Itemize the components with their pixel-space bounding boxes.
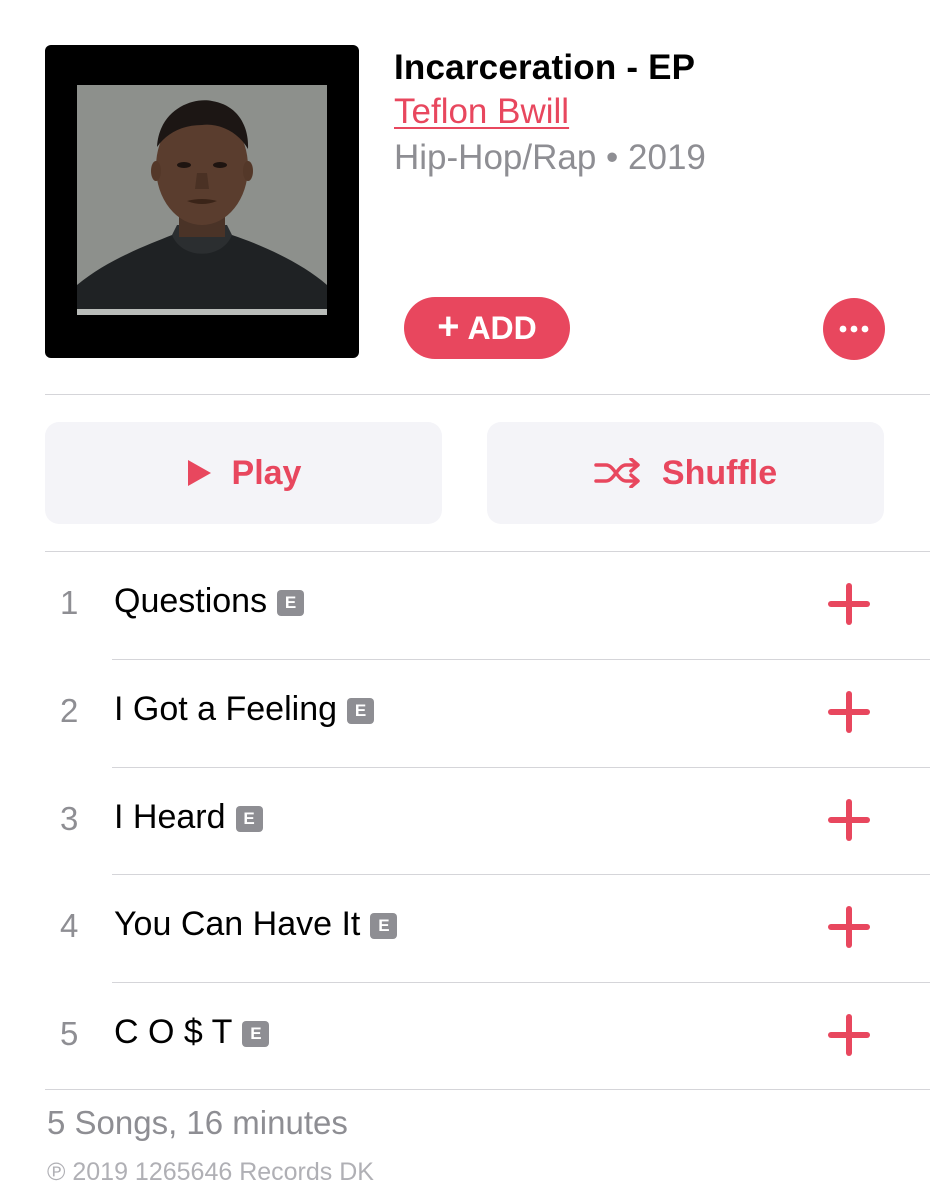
album-summary: 5 Songs, 16 minutes (47, 1104, 348, 1141)
add-label: ADD (467, 309, 537, 346)
add-track-button[interactable] (828, 691, 870, 733)
add-track-button[interactable] (828, 799, 870, 841)
tracklist-bottom-divider (45, 1089, 930, 1090)
shuffle-button[interactable]: Shuffle (487, 422, 884, 524)
play-icon (187, 460, 211, 486)
header-divider (45, 394, 930, 395)
explicit-badge: E (235, 805, 263, 832)
copyright-text: ℗ 2019 1265646 Records DK (47, 1158, 374, 1186)
track-number: 1 (60, 584, 79, 621)
track-number: 5 (60, 1015, 79, 1052)
ellipsis-icon (839, 325, 869, 333)
plus-icon: + (437, 305, 460, 348)
track-number: 2 (60, 692, 79, 729)
more-options-button[interactable] (823, 298, 885, 360)
track-row[interactable]: 1 Questions E (0, 552, 930, 659)
shuffle-label: Shuffle (661, 453, 778, 492)
genre-year: Hip-Hop/Rap • 2019 (394, 138, 706, 177)
track-title: You Can Have It (114, 905, 361, 943)
track-number: 4 (60, 907, 79, 944)
add-track-button[interactable] (828, 583, 870, 625)
track-number: 3 (60, 800, 79, 837)
add-track-button[interactable] (828, 906, 870, 948)
album-artwork[interactable] (45, 45, 359, 358)
shuffle-icon (594, 458, 640, 488)
track-title: C O $ T (114, 1013, 233, 1051)
track-row[interactable]: 3 I Heard E (0, 768, 930, 875)
add-album-button[interactable]: + ADD (404, 297, 570, 359)
artwork-photo (77, 85, 327, 315)
explicit-badge: E (347, 697, 375, 724)
explicit-badge: E (242, 1020, 270, 1047)
track-title: Questions (114, 582, 268, 620)
explicit-badge: E (277, 589, 305, 616)
explicit-badge: E (370, 912, 398, 939)
artist-link[interactable]: Teflon Bwill (394, 92, 569, 132)
artwork-stripe (77, 309, 327, 315)
track-row[interactable]: 4 You Can Have It E (0, 875, 930, 982)
track-title: I Got a Feeling (114, 690, 338, 728)
track-row[interactable]: 2 I Got a Feeling E (0, 660, 930, 767)
play-button[interactable]: Play (45, 422, 442, 524)
portrait-image (77, 85, 327, 315)
play-label: Play (231, 453, 302, 492)
album-title: Incarceration - EP (394, 48, 696, 87)
track-row[interactable]: 5 C O $ T E (0, 983, 930, 1090)
add-track-button[interactable] (828, 1014, 870, 1056)
track-title: I Heard (114, 798, 226, 836)
